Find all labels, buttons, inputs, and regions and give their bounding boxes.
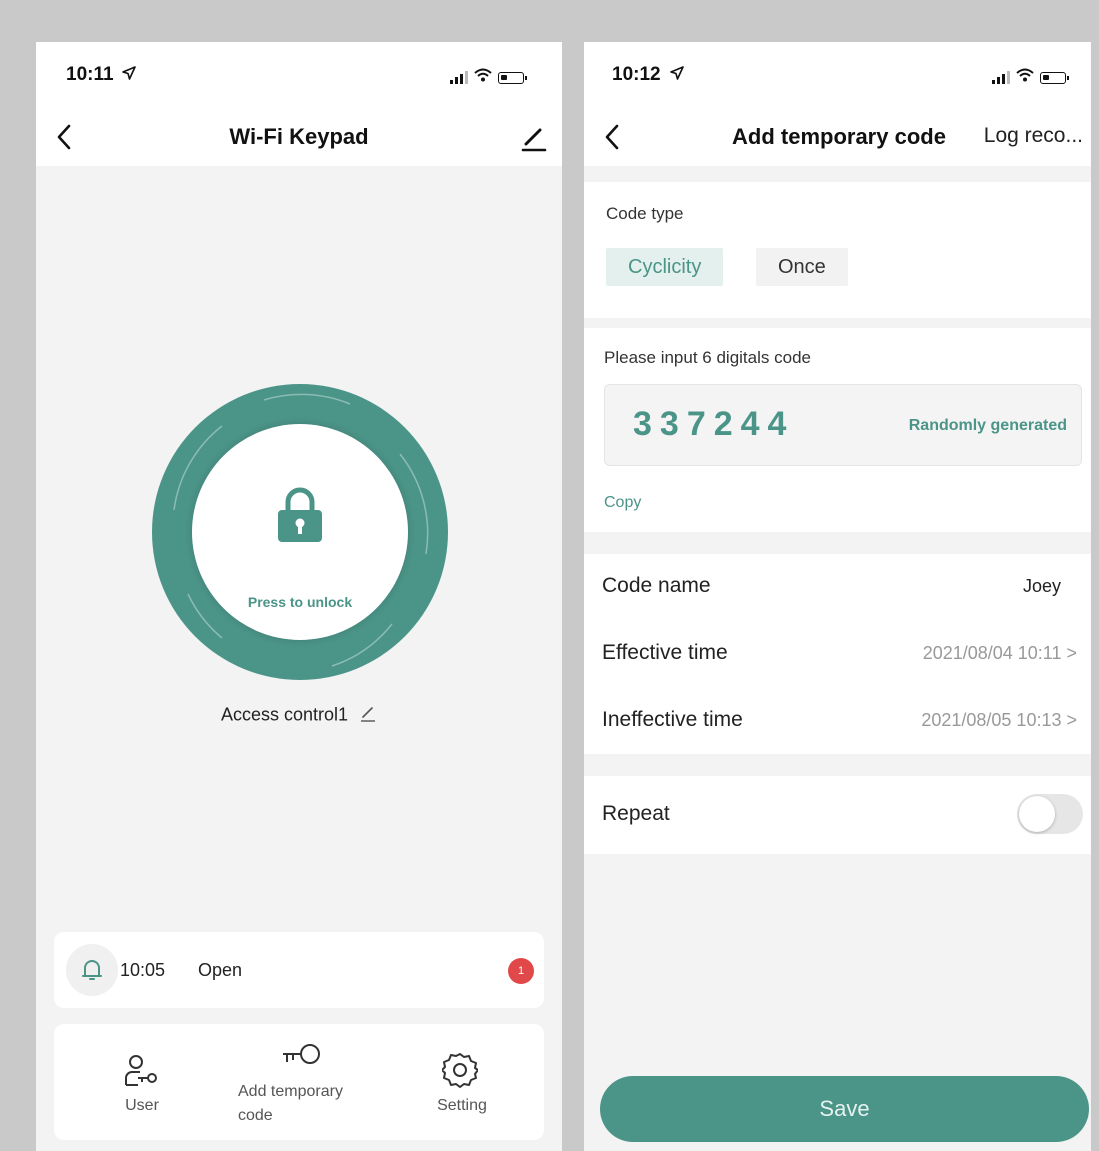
battery-icon — [498, 71, 527, 84]
ineffective-time-value: 2021/08/05 10:13 > — [921, 710, 1077, 730]
log-records-link[interactable]: Log reco... — [984, 124, 1083, 148]
navigation-bar: Wi-Fi Keypad — [36, 110, 562, 166]
toggle-knob — [1019, 796, 1055, 832]
key-icon — [280, 1042, 320, 1071]
unlock-button[interactable]: Press to unlock — [192, 424, 408, 640]
back-chevron-icon[interactable] — [604, 124, 620, 155]
log-time: 10:05 — [120, 960, 166, 980]
signal-icon — [450, 71, 468, 84]
status-icons — [992, 68, 1069, 87]
wifi-icon — [474, 68, 492, 87]
code-type-label: Code type — [606, 204, 684, 223]
bell-icon — [81, 957, 103, 988]
lock-icon — [276, 486, 324, 549]
edit-pencil-icon[interactable] — [520, 124, 548, 157]
unread-badge: 1 — [508, 958, 534, 984]
tab-setting-label: Setting — [437, 1097, 487, 1114]
location-arrow-icon — [670, 66, 684, 85]
bell-icon-circle — [66, 944, 118, 996]
code-name-value: Joey — [1022, 576, 1061, 596]
add-temporary-code-screen: 10:12 Add temporary code Log reco... Cod… — [584, 42, 1091, 1151]
status-bar: 10:12 — [584, 42, 1091, 110]
page-title: Wi-Fi Keypad — [229, 124, 369, 149]
screenshot-frame-divider — [562, 0, 584, 1151]
tab-setting[interactable]: Setting — [414, 1024, 510, 1140]
battery-icon — [1040, 71, 1069, 84]
screenshot-frame-left — [0, 0, 36, 1151]
code-value: 337244 — [633, 405, 795, 443]
screenshot-frame-right — [1091, 0, 1099, 1151]
effective-time-value: 2021/08/04 10:11 > — [922, 643, 1077, 663]
code-type-cyclicity[interactable]: Cyclicity — [606, 248, 724, 286]
code-field[interactable]: 337244 Randomly generated — [604, 384, 1082, 466]
repeat-section: Repeat — [584, 776, 1091, 854]
tab-add-temporary-code-label: Add temporary code — [238, 1083, 343, 1124]
location-arrow-icon — [122, 66, 136, 85]
status-bar: 10:11 — [36, 42, 562, 110]
code-input-section: Please input 6 digitals code 337244 Rand… — [584, 328, 1091, 532]
repeat-toggle[interactable] — [1017, 794, 1083, 834]
device-name-text: Access control1 — [220, 704, 349, 725]
unlock-label: Press to unlock — [247, 594, 353, 610]
log-status: Open — [198, 960, 243, 980]
code-prompt: Please input 6 digitals code — [604, 348, 811, 367]
wifi-icon — [1016, 68, 1034, 87]
status-time: 10:11 — [66, 64, 114, 85]
tab-add-temporary-code[interactable]: Add temporary code — [232, 1024, 368, 1140]
ineffective-time-row[interactable]: Ineffective time 2021/08/05 10:13 > — [584, 688, 1091, 754]
edit-name-icon[interactable] — [359, 704, 377, 727]
screenshot-frame-top — [0, 0, 1099, 42]
recent-log-card[interactable]: 10:05 Open 1 — [54, 932, 544, 1008]
keypad-screen: 10:11 Wi-Fi Keypad Press to unlock Acces… — [36, 42, 562, 1151]
effective-time-label: Effective time — [602, 641, 728, 664]
signal-icon — [992, 71, 1010, 84]
bottom-tab-bar: User Add temporary code Setting — [54, 1024, 544, 1140]
repeat-label: Repeat — [602, 802, 670, 825]
tab-user[interactable]: User — [94, 1024, 190, 1140]
code-name-label: Code name — [602, 574, 711, 597]
status-time: 10:12 — [612, 64, 661, 85]
gear-icon — [441, 1052, 479, 1093]
tab-user-label: User — [125, 1097, 159, 1114]
device-name: Access control1 — [36, 704, 562, 727]
ineffective-time-label: Ineffective time — [602, 708, 743, 731]
randomly-generated-button[interactable]: Randomly generated — [909, 417, 1067, 435]
navigation-bar: Add temporary code Log reco... — [584, 110, 1091, 166]
copy-button[interactable]: Copy — [604, 494, 641, 512]
code-type-once[interactable]: Once — [756, 248, 848, 286]
code-name-row[interactable]: Code name Joey — [584, 554, 1091, 620]
code-type-section: Code type Cyclicity Once — [584, 182, 1091, 318]
unlock-ring: Press to unlock — [152, 384, 448, 680]
user-key-icon — [124, 1054, 160, 1093]
page-title: Add temporary code — [732, 124, 946, 149]
status-icons — [450, 68, 527, 87]
save-button[interactable]: Save — [600, 1076, 1089, 1142]
code-details-section: Code name Joey Effective time 2021/08/04… — [584, 554, 1091, 754]
effective-time-row[interactable]: Effective time 2021/08/04 10:11 > — [584, 621, 1091, 687]
